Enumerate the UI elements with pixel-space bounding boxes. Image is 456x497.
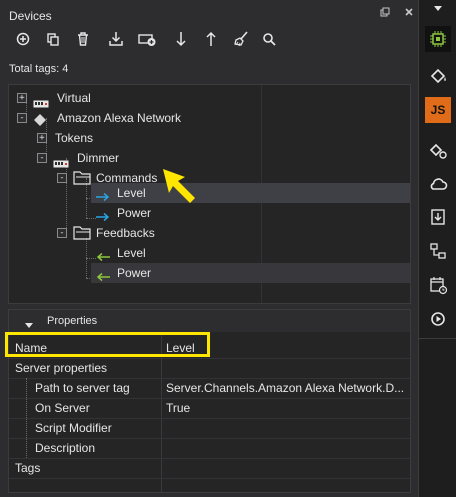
tree-node-dimmer[interactable]: - Dimmer [9,148,410,168]
js-icon[interactable]: JS [425,97,451,123]
calendar-clock-icon[interactable] [425,272,451,298]
devices-panel: Devices Total tags: 4 + Virtual - Amazon… [0,0,418,497]
toolbar [0,28,418,50]
chevron-down-icon[interactable] [425,0,451,18]
tree-node-label: Feedbacks [96,226,155,240]
tree-node-label: Level [117,246,146,260]
divider [419,338,456,339]
property-name: Description [35,441,96,455]
paint-bucket-icon[interactable] [425,63,451,89]
tree-node-label: Dimmer [77,151,119,165]
collapse-icon[interactable]: - [17,113,27,123]
pin-icon[interactable] [378,7,392,21]
expand-icon[interactable]: + [17,93,27,103]
device-tree[interactable]: + Virtual - Amazon Alexa Network + Token… [8,84,411,304]
paint-settings-icon[interactable] [425,138,451,164]
property-row-path-to-server-tag[interactable]: Path to server tag Server.Channels.Amazo… [9,378,410,399]
close-icon[interactable] [402,7,416,21]
properties-header[interactable]: Properties [9,310,410,332]
right-toolbar: JS [418,0,456,497]
property-row-description[interactable]: Description [9,438,410,459]
clean-icon[interactable] [230,28,252,50]
tree-node-label: Tokens [55,131,94,145]
feedback-arrow-icon [95,268,111,288]
tree-node-feedback-level[interactable]: Level [9,243,410,263]
tree-node-virtual[interactable]: + Virtual [9,88,410,108]
import-icon[interactable] [105,28,127,50]
property-row-on-server[interactable]: On Server True [9,398,410,419]
tree-node-label: Power [117,266,152,280]
property-value[interactable]: True [166,398,410,418]
play-circle-icon[interactable] [425,306,451,332]
tree-node-command-power[interactable]: Power [9,203,410,223]
tree-node-amazon-alexa-network[interactable]: - Amazon Alexa Network [9,108,410,128]
add-device-icon[interactable] [136,28,158,50]
property-name: Server properties [15,361,108,375]
tree-node-command-level[interactable]: Level [9,183,410,203]
tree-node-feedback-power[interactable]: Power [9,263,410,283]
tree-node-tokens[interactable]: + Tokens [9,128,410,148]
tree-node-feedbacks[interactable]: - Feedbacks [9,223,410,243]
property-row-tags[interactable]: Tags [9,458,410,479]
total-tags-label: Total tags: 4 [9,63,69,75]
property-name: Path to server tag [35,381,130,395]
annotation-highlight-box [5,332,210,357]
pointer-arrow-icon [159,165,205,214]
property-row-script-modifier[interactable]: Script Modifier [9,418,410,439]
property-name: On Server [35,401,90,415]
tree-node-label: Virtual [57,91,91,105]
duplicate-icon[interactable] [42,28,64,50]
tree-node-label: Amazon Alexa Network [57,111,182,125]
js-label: JS [430,103,446,117]
add-icon[interactable] [12,28,34,50]
search-icon[interactable] [258,28,280,50]
properties-title: Properties [47,315,98,327]
collapse-icon[interactable]: - [57,173,67,183]
expand-icon[interactable]: + [37,133,47,143]
collapse-icon[interactable]: - [37,153,47,163]
chip-icon[interactable] [425,26,451,52]
download-icon[interactable] [425,204,451,230]
property-row-server-properties[interactable]: Server properties [9,358,410,379]
panel-title-bar: Devices [0,0,418,30]
tree-node-label: Power [117,206,152,220]
chevron-down-icon[interactable] [25,318,33,332]
cloud-icon[interactable] [425,171,451,197]
hierarchy-icon[interactable] [425,238,451,264]
move-up-icon[interactable] [200,28,222,50]
delete-icon[interactable] [72,28,94,50]
panel-title: Devices [9,9,52,23]
move-down-icon[interactable] [170,28,192,50]
tree-node-label: Level [117,186,146,200]
property-value[interactable]: Server.Channels.Amazon Alexa Network.D..… [166,378,410,398]
property-name: Script Modifier [35,421,112,435]
property-name: Tags [15,461,41,475]
collapse-icon[interactable]: - [57,228,67,238]
